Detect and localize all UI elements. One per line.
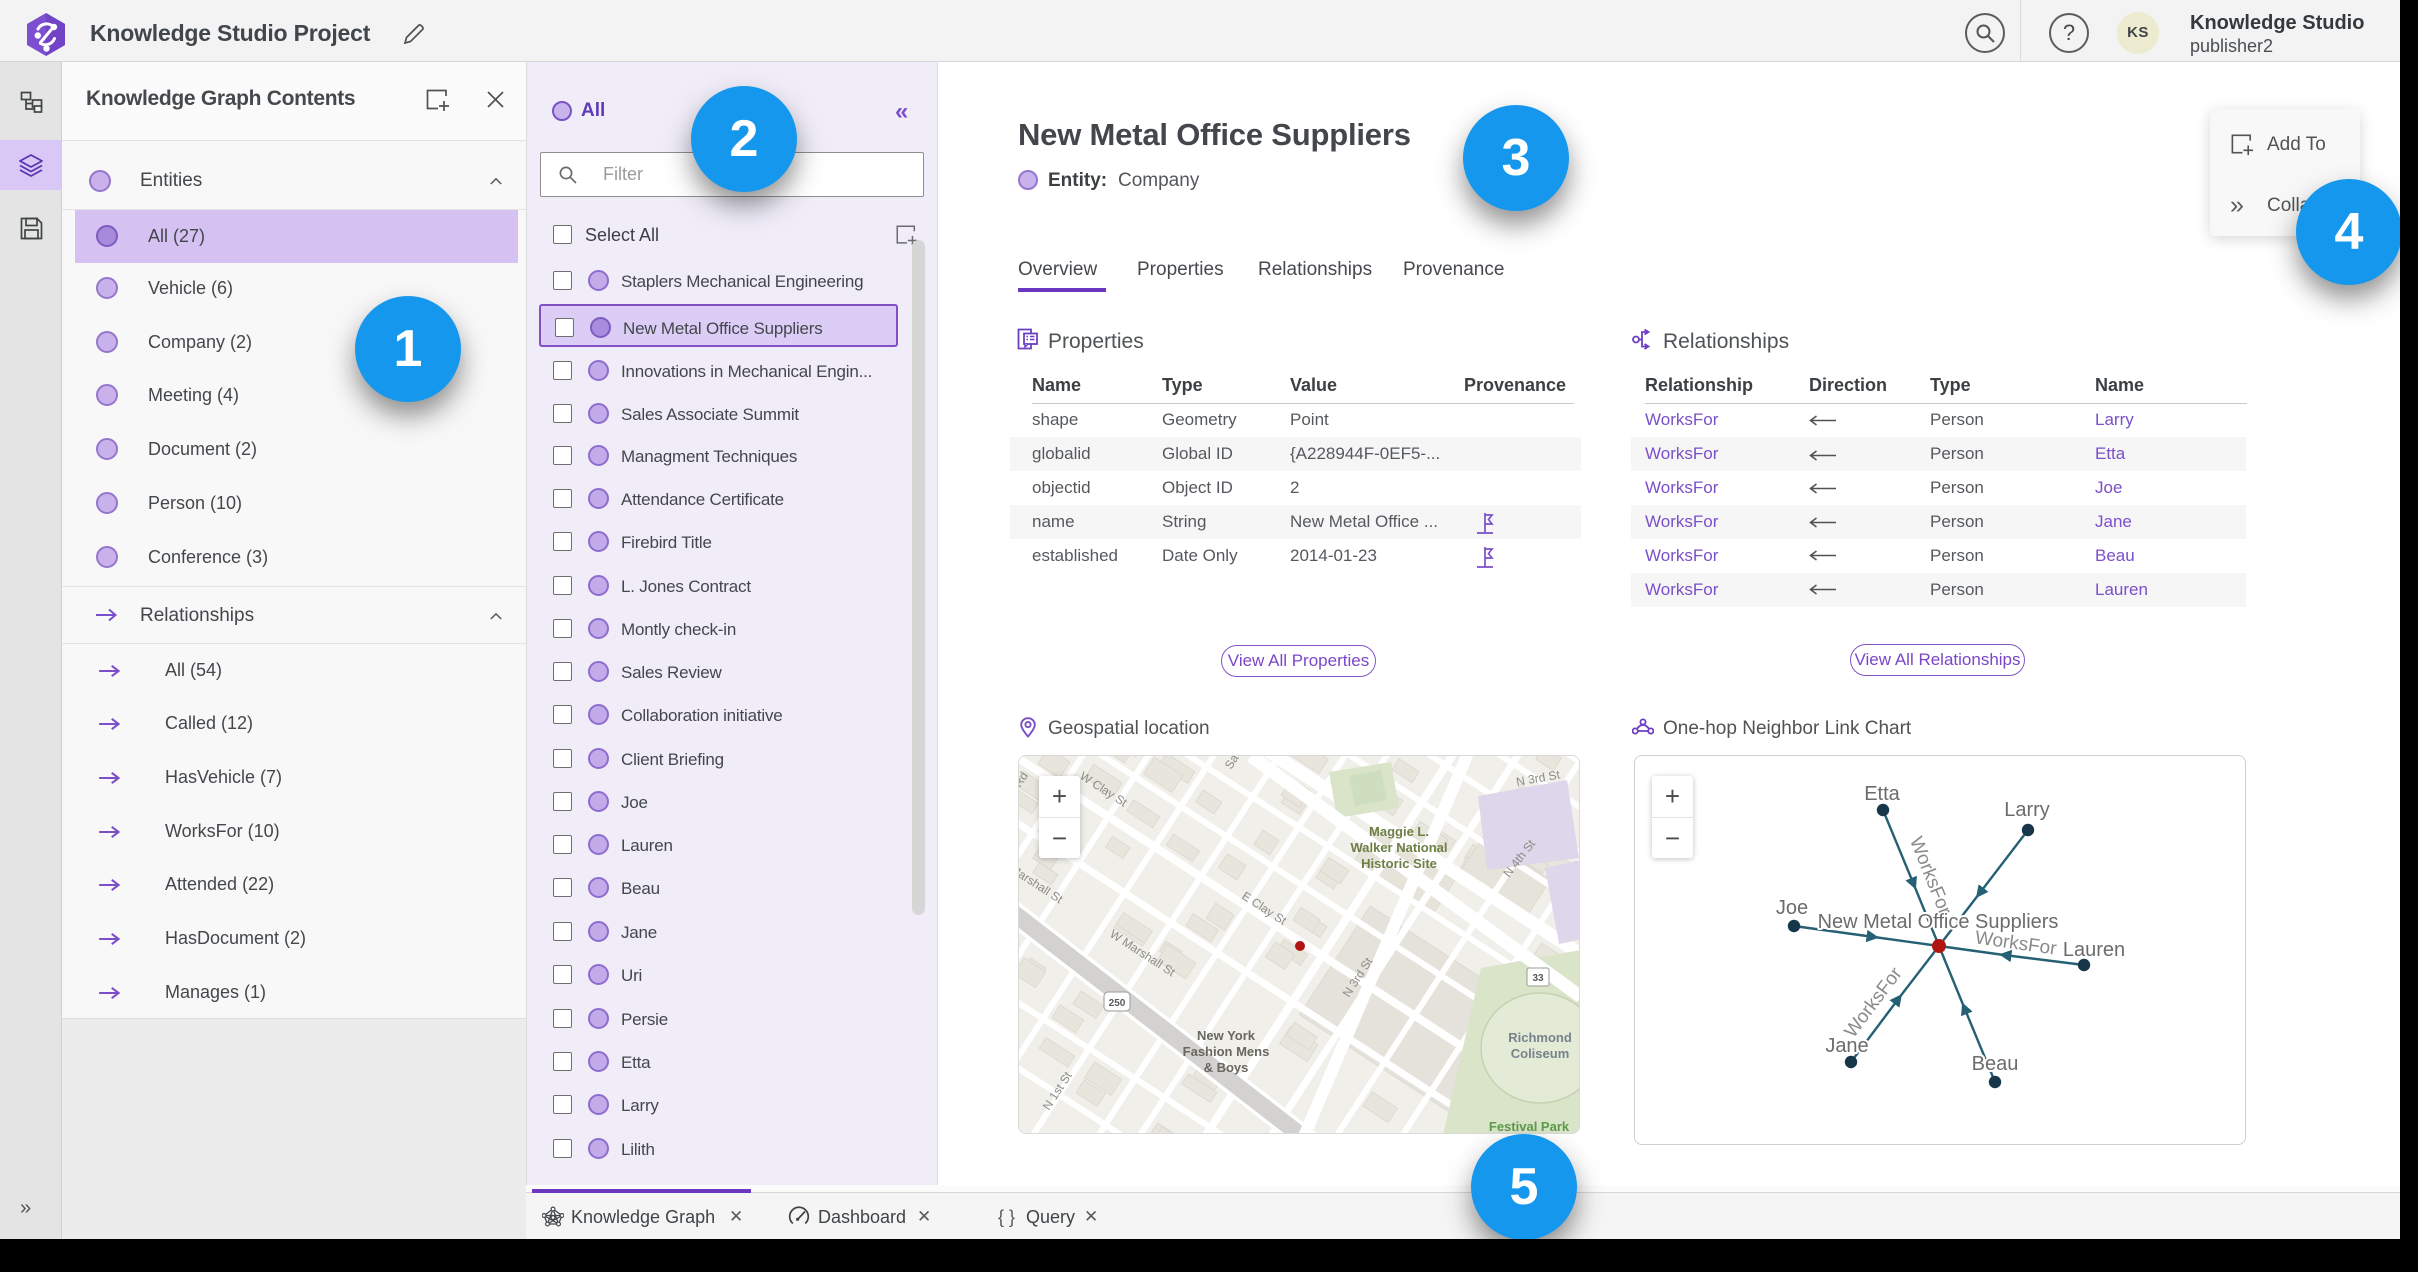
svg-text:250: 250	[1109, 998, 1126, 1009]
svg-text:Coliseum: Coliseum	[1511, 1046, 1570, 1061]
svg-text:Beau: Beau	[1972, 1053, 2019, 1075]
svg-text:Larry: Larry	[2004, 799, 2050, 821]
svg-text:Festival Park: Festival Park	[1489, 1119, 1570, 1134]
svg-text:WorksFor: WorksFor	[1905, 834, 1955, 919]
svg-text:Historic Site: Historic Site	[1361, 856, 1437, 871]
svg-text:33: 33	[1532, 973, 1544, 984]
svg-text:New York: New York	[1197, 1028, 1256, 1043]
svg-text:Maggie L.: Maggie L.	[1369, 824, 1429, 839]
svg-text:Walker National: Walker National	[1350, 840, 1447, 855]
svg-text:Lauren: Lauren	[2063, 939, 2125, 961]
svg-text:Fashion Mens: Fashion Mens	[1183, 1044, 1270, 1059]
svg-text:Jane: Jane	[1825, 1035, 1868, 1057]
svg-text:Joe: Joe	[1776, 897, 1808, 919]
svg-text:& Boys: & Boys	[1204, 1060, 1249, 1075]
svg-text:Etta: Etta	[1864, 783, 1900, 805]
svg-text:Richmond: Richmond	[1508, 1030, 1572, 1045]
